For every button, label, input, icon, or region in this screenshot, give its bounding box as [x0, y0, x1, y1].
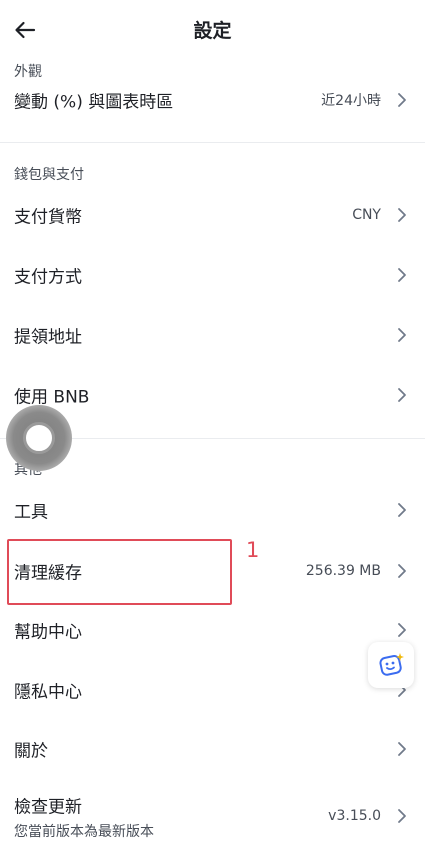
- chevron-right-icon: [398, 268, 406, 282]
- chevron-right-icon: [398, 503, 406, 517]
- row-value: CNY: [352, 207, 381, 223]
- row-subtitle: 您當前版本為最新版本: [14, 824, 154, 840]
- chevron-right-icon: [398, 742, 406, 756]
- row-label: 使用 BNB: [14, 387, 90, 408]
- row-value: 256.39 MB: [305, 563, 381, 579]
- chevron-right-icon: [398, 809, 406, 823]
- page-title: 設定: [193, 20, 232, 42]
- row-about[interactable]: 關於: [0, 720, 425, 778]
- chevron-right-icon: [398, 388, 406, 402]
- header: 設定: [0, 0, 425, 58]
- row-label: 關於: [14, 741, 48, 762]
- row-label: 工具: [14, 502, 48, 523]
- assistive-touch-button[interactable]: [6, 405, 72, 471]
- section-title-wallet: 錢包與支付: [14, 167, 84, 183]
- chevron-right-icon: [398, 93, 406, 107]
- row-label: 提領地址: [14, 327, 82, 348]
- row-label: 檢查更新: [14, 797, 82, 818]
- row-label: 支付方式: [14, 267, 82, 288]
- row-privacy-center[interactable]: 隱私中心: [0, 661, 425, 719]
- annotation-number: 1: [246, 538, 260, 562]
- row-payment-currency[interactable]: 支付貨幣 CNY: [0, 186, 425, 244]
- ai-assistant-icon: [379, 653, 404, 676]
- chevron-right-icon: [398, 623, 406, 637]
- chevron-right-icon: [398, 208, 406, 222]
- row-change-timezone[interactable]: 變動 (%) 與圖表時區 近24小時: [0, 71, 425, 129]
- row-label: 隱私中心: [14, 682, 82, 703]
- row-label: 變動 (%) 與圖表時區: [14, 92, 174, 113]
- row-help-center[interactable]: 幫助中心: [0, 601, 425, 659]
- row-tools[interactable]: 工具: [0, 481, 425, 539]
- assistive-touch-icon: [23, 422, 55, 454]
- chevron-right-icon: [398, 564, 406, 578]
- row-label: 支付貨幣: [14, 207, 82, 228]
- row-value: v3.15.0: [328, 808, 381, 824]
- row-payment-method[interactable]: 支付方式: [0, 246, 425, 304]
- divider: [0, 142, 425, 143]
- row-label: 幫助中心: [14, 622, 82, 643]
- ai-assistant-button[interactable]: [368, 642, 414, 688]
- row-value: 近24小時: [321, 93, 381, 109]
- chevron-right-icon: [398, 328, 406, 342]
- row-withdraw-address[interactable]: 提領地址: [0, 306, 425, 364]
- annotation-box: [7, 539, 232, 605]
- row-check-update[interactable]: 檢查更新 您當前版本為最新版本 v3.15.0: [0, 786, 425, 846]
